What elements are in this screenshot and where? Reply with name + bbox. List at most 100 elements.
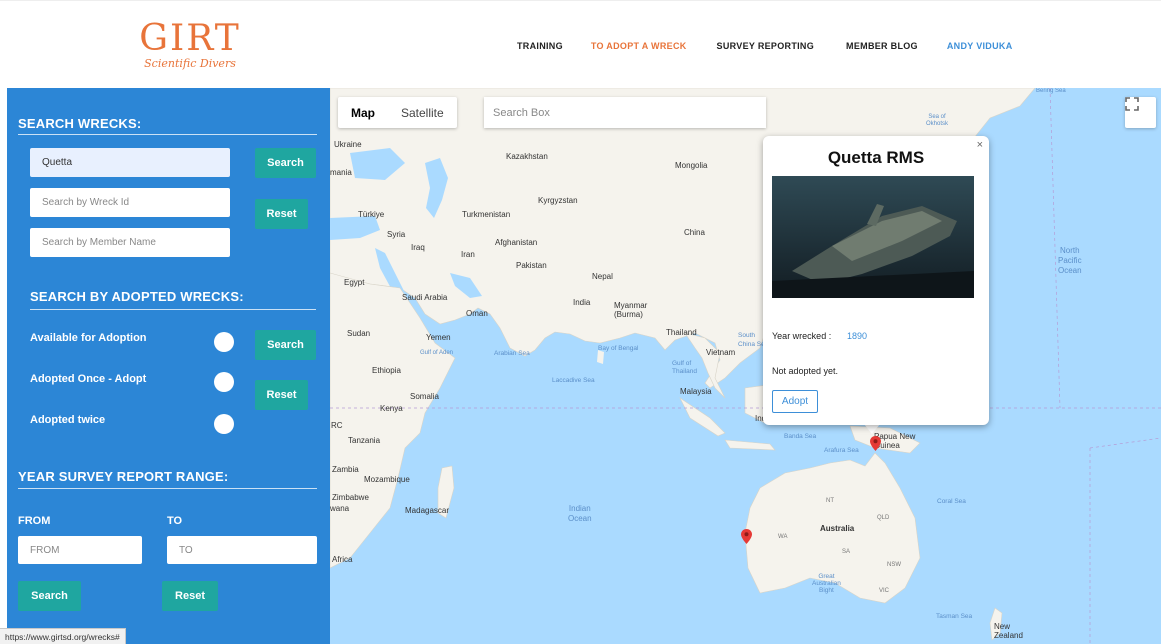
- label-somalia: Somalia: [410, 392, 439, 401]
- year-range-heading: YEAR SURVEY REPORT RANGE:: [18, 469, 229, 484]
- label-africa: Africa: [332, 555, 353, 564]
- map-search-input[interactable]: [484, 97, 766, 128]
- wreck-map[interactable]: Ukraine mania Kazakhstan Mongolia Kyrgyz…: [330, 88, 1161, 644]
- wreck-id-input[interactable]: [30, 188, 230, 217]
- label-arafura-sea: Arafura Sea: [824, 447, 859, 454]
- label-yemen: Yemen: [426, 333, 451, 342]
- search-sidebar: SEARCH WRECKS: Search Reset SEARCH BY AD…: [7, 88, 330, 644]
- label-laccadive-sea: Laccadive Sea: [552, 377, 595, 384]
- label-iran: Iran: [461, 250, 475, 259]
- label-china: China: [684, 228, 705, 237]
- label-indian-ocean: Indian Ocean: [568, 504, 592, 523]
- search-adopted-button[interactable]: Search: [255, 330, 316, 360]
- label-wa: WA: [778, 534, 788, 540]
- label-syria: Syria: [387, 230, 406, 239]
- nav-adopt-a-wreck[interactable]: TO ADOPT A WRECK: [591, 41, 687, 51]
- main-nav: TRAINING TO ADOPT A WRECK SURVEY REPORTI…: [517, 41, 1013, 51]
- label-turkiye: Türkiye: [358, 210, 385, 219]
- label-great-australian-bight: Great Australian Bight: [812, 573, 841, 594]
- available-radio[interactable]: [214, 332, 234, 352]
- label-qld: QLD: [877, 515, 890, 521]
- label-ethiopia: Ethiopia: [372, 366, 401, 375]
- map-land-java: [724, 439, 776, 451]
- label-rc: RC: [331, 421, 343, 430]
- wreck-name-input[interactable]: [30, 148, 230, 177]
- adopted-once-radio[interactable]: [214, 372, 234, 392]
- adopt-button[interactable]: Adopt: [772, 390, 818, 413]
- label-turkmenistan: Turkmenistan: [462, 210, 511, 219]
- label-madagascar: Madagascar: [405, 506, 450, 515]
- nav-training[interactable]: TRAINING: [517, 41, 563, 51]
- reset-adopted-button[interactable]: Reset: [255, 380, 308, 410]
- search-year-button[interactable]: Search: [18, 581, 81, 611]
- map-boundary-line: [1089, 437, 1161, 449]
- label-zimbabwe: Zimbabwe: [332, 493, 369, 502]
- label-nsw: NSW: [887, 562, 901, 568]
- nav-survey-reporting[interactable]: SURVEY REPORTING: [717, 41, 815, 51]
- label-mongolia: Mongolia: [675, 161, 708, 170]
- label-wana: wana: [330, 504, 350, 513]
- wreck-photo: [772, 176, 974, 298]
- label-saudi-arabia: Saudi Arabia: [402, 293, 448, 302]
- adoption-status: Not adopted yet.: [772, 366, 839, 376]
- label-india: India: [573, 298, 591, 307]
- nav-user-account[interactable]: ANDY VIDUKA: [947, 41, 1013, 51]
- label-arabian-sea: Arabian Sea: [494, 350, 530, 357]
- label-coral-sea: Coral Sea: [937, 498, 966, 505]
- label-sea-of-okhotsk: Sea of Okhotsk: [926, 114, 949, 127]
- adopted-wrecks-heading: SEARCH BY ADOPTED WRECKS:: [30, 289, 244, 304]
- app-root: GIRT Scientific Divers TRAINING TO ADOPT…: [0, 0, 1161, 644]
- reset-year-button[interactable]: Reset: [162, 581, 218, 611]
- map-basemap: [330, 88, 1161, 644]
- map-type-control: Map Satellite: [338, 97, 457, 128]
- reset-wrecks-button[interactable]: Reset: [255, 199, 308, 229]
- year-from-input[interactable]: [18, 536, 142, 564]
- logo-subtitle: Scientific Divers: [144, 57, 236, 70]
- label-tasman-sea: Tasman Sea: [936, 613, 973, 620]
- adoption-option-twice: Adopted twice: [30, 414, 106, 426]
- adoption-option-once: Adopted Once - Adopt: [30, 373, 147, 385]
- adoption-option-available: Available for Adoption: [30, 332, 147, 344]
- label-kazakhstan: Kazakhstan: [506, 152, 548, 161]
- map-type-map-button[interactable]: Map: [338, 97, 388, 128]
- infowindow-tail: [864, 424, 880, 434]
- map-type-satellite-button[interactable]: Satellite: [388, 97, 457, 128]
- site-header: GIRT Scientific Divers TRAINING TO ADOPT…: [0, 0, 1161, 88]
- label-sudan: Sudan: [347, 329, 371, 338]
- divider: [18, 488, 317, 489]
- adopted-twice-radio[interactable]: [214, 414, 234, 434]
- member-name-input[interactable]: [30, 228, 230, 257]
- label-gulf-of-thailand: Gulf of Thailand: [672, 360, 697, 375]
- nav-member-blog[interactable]: MEMBER BLOG: [846, 41, 918, 51]
- label-pakistan: Pakistan: [516, 261, 547, 270]
- label-nepal: Nepal: [592, 272, 613, 281]
- label-mozambique: Mozambique: [364, 475, 410, 484]
- map-land-sumatra: [679, 397, 726, 437]
- label-tanzania: Tanzania: [348, 436, 381, 445]
- year-wrecked-value[interactable]: 1890: [847, 331, 867, 341]
- label-kenya: Kenya: [380, 404, 403, 413]
- label-iraq: Iraq: [411, 243, 425, 252]
- wreck-marker-icon[interactable]: [741, 529, 752, 544]
- label-mania: mania: [330, 168, 352, 177]
- from-label: FROM: [18, 515, 51, 527]
- fullscreen-button[interactable]: [1125, 97, 1156, 128]
- label-vic: VIC: [879, 588, 890, 594]
- fullscreen-icon: [1125, 97, 1139, 111]
- wreck-infowindow: × Quetta RMS Year wrecked: 1890 Not ado…: [763, 136, 989, 425]
- label-oman: Oman: [466, 309, 488, 318]
- year-to-input[interactable]: [167, 536, 317, 564]
- label-new-zealand: New Zealand: [994, 622, 1023, 640]
- label-bay-of-bengal: Bay of Bengal: [598, 345, 639, 352]
- label-zambia: Zambia: [332, 465, 359, 474]
- divider: [18, 134, 317, 135]
- label-south-china-sea: South China Se: [738, 332, 765, 348]
- label-bering-sea: Bering Sea: [1036, 88, 1066, 94]
- label-myanmar: Myanmar (Burma): [614, 301, 648, 319]
- wreck-title: Quetta RMS: [827, 148, 925, 167]
- girt-logo[interactable]: GIRT Scientific Divers: [135, 21, 245, 81]
- search-wrecks-button[interactable]: Search: [255, 148, 316, 178]
- logo-mark: GIRT: [139, 18, 241, 59]
- wreck-marker-icon[interactable]: [870, 436, 881, 451]
- label-afghanistan: Afghanistan: [495, 238, 538, 247]
